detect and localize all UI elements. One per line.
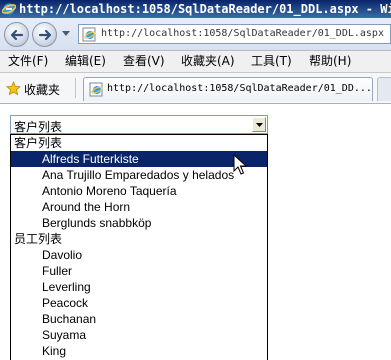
mouse-cursor-icon — [233, 154, 247, 175]
favorites-star-icon[interactable] — [6, 81, 21, 96]
tab-bar: 收藏夹 http://localhost:1058/SqlDataReader/… — [0, 73, 391, 104]
menu-favorites[interactable]: 收藏夹(A) — [181, 54, 235, 69]
option-item[interactable]: Peacock — [11, 295, 267, 311]
ie-page-icon — [89, 82, 103, 97]
chevron-down-icon — [256, 123, 263, 127]
menu-tools[interactable]: 工具(T) — [251, 54, 292, 69]
select-dropdown-button[interactable] — [252, 117, 266, 132]
option-item[interactable]: Around the Horn — [11, 199, 267, 215]
ie-logo-icon — [2, 3, 16, 15]
select-options-list: 客户列表 Alfreds Futterkiste Ana Trujillo Em… — [10, 134, 268, 360]
option-item[interactable]: Suyama — [11, 327, 267, 343]
favorites-button[interactable]: 收藏夹 — [24, 81, 60, 98]
tab-active-page[interactable]: http://localhost:1058/SqlDataReader/01_D… — [83, 77, 373, 101]
menu-help[interactable]: 帮助(H) — [309, 54, 351, 69]
option-item[interactable]: King — [11, 343, 267, 359]
back-button[interactable] — [4, 22, 29, 47]
back-arrow-icon — [10, 29, 24, 41]
optgroup-employees: 员工列表 — [14, 232, 63, 246]
window-title-bar: http://localhost:1058/SqlDataReader/01_D… — [0, 0, 391, 18]
menu-edit[interactable]: 编辑(E) — [65, 54, 106, 69]
tab-title: http://localhost:1058/SqlDataReader/01_D… — [107, 83, 372, 94]
menu-view[interactable]: 查看(V) — [123, 54, 165, 69]
option-item[interactable]: Davolio — [11, 247, 267, 263]
toolbar-separator — [75, 78, 76, 98]
option-item[interactable]: Antonio Moreno Taquería — [11, 183, 267, 199]
select-current-value: 客户列表 — [14, 120, 63, 134]
page-content: 客户列表 客户列表 Alfreds Futterkiste Ana Trujil… — [0, 105, 391, 360]
optgroup-customers: 客户列表 — [14, 136, 63, 150]
window-title: http://localhost:1058/SqlDataReader/01_D… — [19, 2, 391, 16]
new-tab-button[interactable] — [377, 77, 391, 101]
option-item[interactable]: Berglunds snabbköp — [11, 215, 267, 231]
ie-page-icon — [82, 27, 96, 42]
forward-button[interactable] — [32, 22, 57, 47]
url-field[interactable]: http://localhost:1058/SqlDataReader/01_D… — [78, 24, 391, 44]
category-select[interactable]: 客户列表 — [10, 115, 268, 134]
option-item[interactable]: Buchanan — [11, 311, 267, 327]
menu-file[interactable]: 文件(F) — [8, 54, 48, 69]
address-toolbar: http://localhost:1058/SqlDataReader/01_D… — [0, 18, 391, 51]
recent-pages-chevron-icon[interactable] — [62, 31, 70, 37]
menu-bar: 文件(F) 编辑(E) 查看(V) 收藏夹(A) 工具(T) 帮助(H) — [0, 51, 391, 73]
option-item[interactable]: Fuller — [11, 263, 267, 279]
option-item[interactable]: Leverling — [11, 279, 267, 295]
option-item[interactable]: Alfreds Futterkiste — [11, 151, 267, 167]
url-text: http://localhost:1058/SqlDataReader/01_D… — [101, 28, 384, 39]
forward-arrow-icon — [38, 29, 52, 41]
option-item[interactable]: Ana Trujillo Emparedados y helados — [11, 167, 267, 183]
